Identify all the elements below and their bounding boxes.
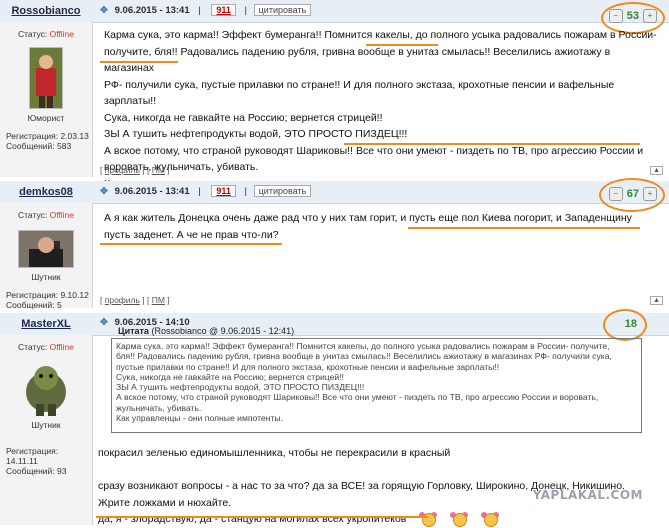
- user-stats: Регистрация: 9.10.12 Сообщений: 5: [6, 290, 89, 310]
- rating-value: 53: [626, 10, 639, 22]
- post-line: покрасил зеленью единомышленника, чтобы …: [98, 447, 451, 459]
- emoji-icon: [419, 512, 438, 528]
- post-line: РФ- получили сука, пустые прилавки по ст…: [104, 78, 615, 91]
- scroll-up-icon[interactable]: ▲: [650, 296, 663, 305]
- quote-line: А вское потому, что страной руководят Ша…: [116, 392, 599, 403]
- cite-button[interactable]: цитировать: [253, 185, 312, 197]
- rate-up-icon[interactable]: +: [643, 9, 657, 23]
- author-name[interactable]: Rossobianco: [0, 0, 92, 22]
- post-number[interactable]: 911: [211, 185, 236, 197]
- rate-down-icon[interactable]: −: [608, 9, 623, 23]
- quote-line: пустые прилавки по стране!! И для полног…: [116, 361, 500, 372]
- highlight-underline: [96, 516, 428, 518]
- user-sidebar: Статус: Offline Юморист Регистрация: 2.0…: [0, 22, 93, 177]
- pin-icon[interactable]: ✥: [100, 5, 108, 16]
- post-line: зарплаты!!: [104, 95, 157, 107]
- watermark: YAPLAKAL.COM: [532, 488, 643, 502]
- rating-value: 18: [624, 318, 637, 330]
- rate-down-icon[interactable]: −: [608, 187, 623, 201]
- user-sidebar: Статус: Offline Шутник Регистрация: 14.1…: [0, 335, 93, 525]
- post-rossobianco: Rossobianco ✥ 9.06.2015 - 13:41 | 911 | …: [0, 0, 669, 190]
- rate-up-icon[interactable]: +: [643, 187, 657, 201]
- avatar[interactable]: [18, 230, 74, 268]
- quote-header: Цитата (Rossobianco @ 9.06.2015 - 12:41): [118, 326, 294, 336]
- pm-link[interactable]: ПМ: [152, 165, 165, 175]
- status: Статус: Offline: [17, 342, 75, 352]
- post-line: [98, 462, 657, 479]
- pm-link[interactable]: ПМ: [152, 295, 165, 305]
- post-header: MasterXL ✥ 9.06.2015 - 14:10 18: [0, 309, 669, 341]
- cite-button[interactable]: цитировать: [253, 4, 312, 16]
- highlight-underline: [100, 61, 178, 63]
- post-header: demkos08 ✥ 9.06.2015 - 13:41 | 911 | цит…: [0, 178, 669, 212]
- post-demkos08: demkos08 ✥ 9.06.2015 - 13:41 | 911 | цит…: [0, 178, 669, 310]
- post-meta: ✥ 9.06.2015 - 13:41 | 911 | цитировать: [100, 4, 312, 16]
- highlight-underline: [366, 44, 438, 46]
- rating: − 53 +: [608, 5, 657, 27]
- scroll-up-icon[interactable]: ▲: [650, 166, 663, 175]
- quote-label: Цитата: [118, 326, 149, 336]
- pin-icon[interactable]: ✥: [100, 317, 108, 328]
- emoji-icon: [450, 512, 469, 528]
- post-line: Карма сука, это карма!! Эффект бумеранга…: [104, 29, 657, 41]
- post-meta: ✥ 9.06.2015 - 13:41 | 911 | цитировать: [100, 185, 312, 197]
- rating-value: 67: [626, 188, 639, 200]
- quote-source[interactable]: (Rossobianco @ 9.06.2015 - 12:41): [151, 326, 294, 336]
- quote-line: жульничать, убивать.: [116, 402, 202, 413]
- quote-line: Карма сука, это карма!! Эффект бумеранга…: [116, 341, 610, 351]
- post-header: Rossobianco ✥ 9.06.2015 - 13:41 | 911 | …: [0, 0, 669, 34]
- post-footer: [ профиль ] [ ПМ ] ▲: [92, 295, 669, 309]
- avatar-image: [26, 366, 66, 416]
- post-line: Сука, никогда не гавкайте на Россию; вер…: [104, 111, 383, 124]
- status: Статус: Offline: [17, 29, 75, 39]
- avatar-image: [19, 231, 73, 267]
- profile-link[interactable]: профиль: [105, 295, 140, 305]
- post-date: 9.06.2015 - 13:41: [114, 5, 190, 16]
- quote-line: Как управленцы - они полные импотенты.: [116, 413, 283, 424]
- avatar-image: [30, 48, 62, 108]
- pin-icon[interactable]: ✥: [100, 186, 108, 197]
- post-line: ЗЫ А тушить нефтепродукты водой, ЭТО ПРО…: [104, 128, 408, 140]
- post-date: 9.06.2015 - 13:41: [114, 186, 190, 197]
- avatar[interactable]: [29, 47, 63, 109]
- highlight-underline: [344, 143, 640, 145]
- author-name[interactable]: MasterXL: [0, 313, 92, 335]
- avatar[interactable]: [21, 360, 71, 416]
- user-role: Шутник: [31, 272, 61, 282]
- quote-block: Карма сука, это карма!! Эффект бумеранга…: [111, 338, 642, 433]
- highlight-underline: [100, 243, 282, 245]
- post-line: А я как житель Донецка очень даже рад чт…: [104, 212, 632, 224]
- post-line: получите, бля!! Радовались падению рубля…: [104, 45, 611, 75]
- post-number[interactable]: 911: [211, 4, 236, 16]
- profile-link[interactable]: профиль: [105, 165, 140, 175]
- status: Статус: Offline: [17, 210, 75, 220]
- user-role: Юморист: [27, 113, 65, 123]
- user-role: Шутник: [31, 420, 61, 430]
- quote-line: Сука, никогда не гавкайте на Россию; вер…: [116, 371, 344, 382]
- rating: − 67 +: [608, 183, 657, 205]
- author-name[interactable]: demkos08: [0, 181, 92, 203]
- quote-line: бля!! Радовались падению рубля, гривна в…: [116, 351, 612, 362]
- post-line: да, я - злорадствую, да - станцую на мог…: [98, 511, 657, 528]
- highlight-underline: [408, 227, 640, 229]
- post-footer: [ профиль ] [ ПМ ] ▲: [92, 165, 669, 179]
- user-sidebar: Статус: Offline Шутник Регистрация: 9.10…: [0, 203, 93, 310]
- user-stats: Регистрация: 14.11.11 Сообщений: 93: [6, 446, 67, 476]
- rating: 18: [625, 313, 637, 335]
- user-stats: Регистрация: 2.03.13 Сообщений: 583: [6, 131, 89, 151]
- quote-line: ЗЫ А тушить нефтепродукты водой, ЭТО ПРО…: [116, 382, 365, 393]
- emoji-icon: [481, 512, 500, 528]
